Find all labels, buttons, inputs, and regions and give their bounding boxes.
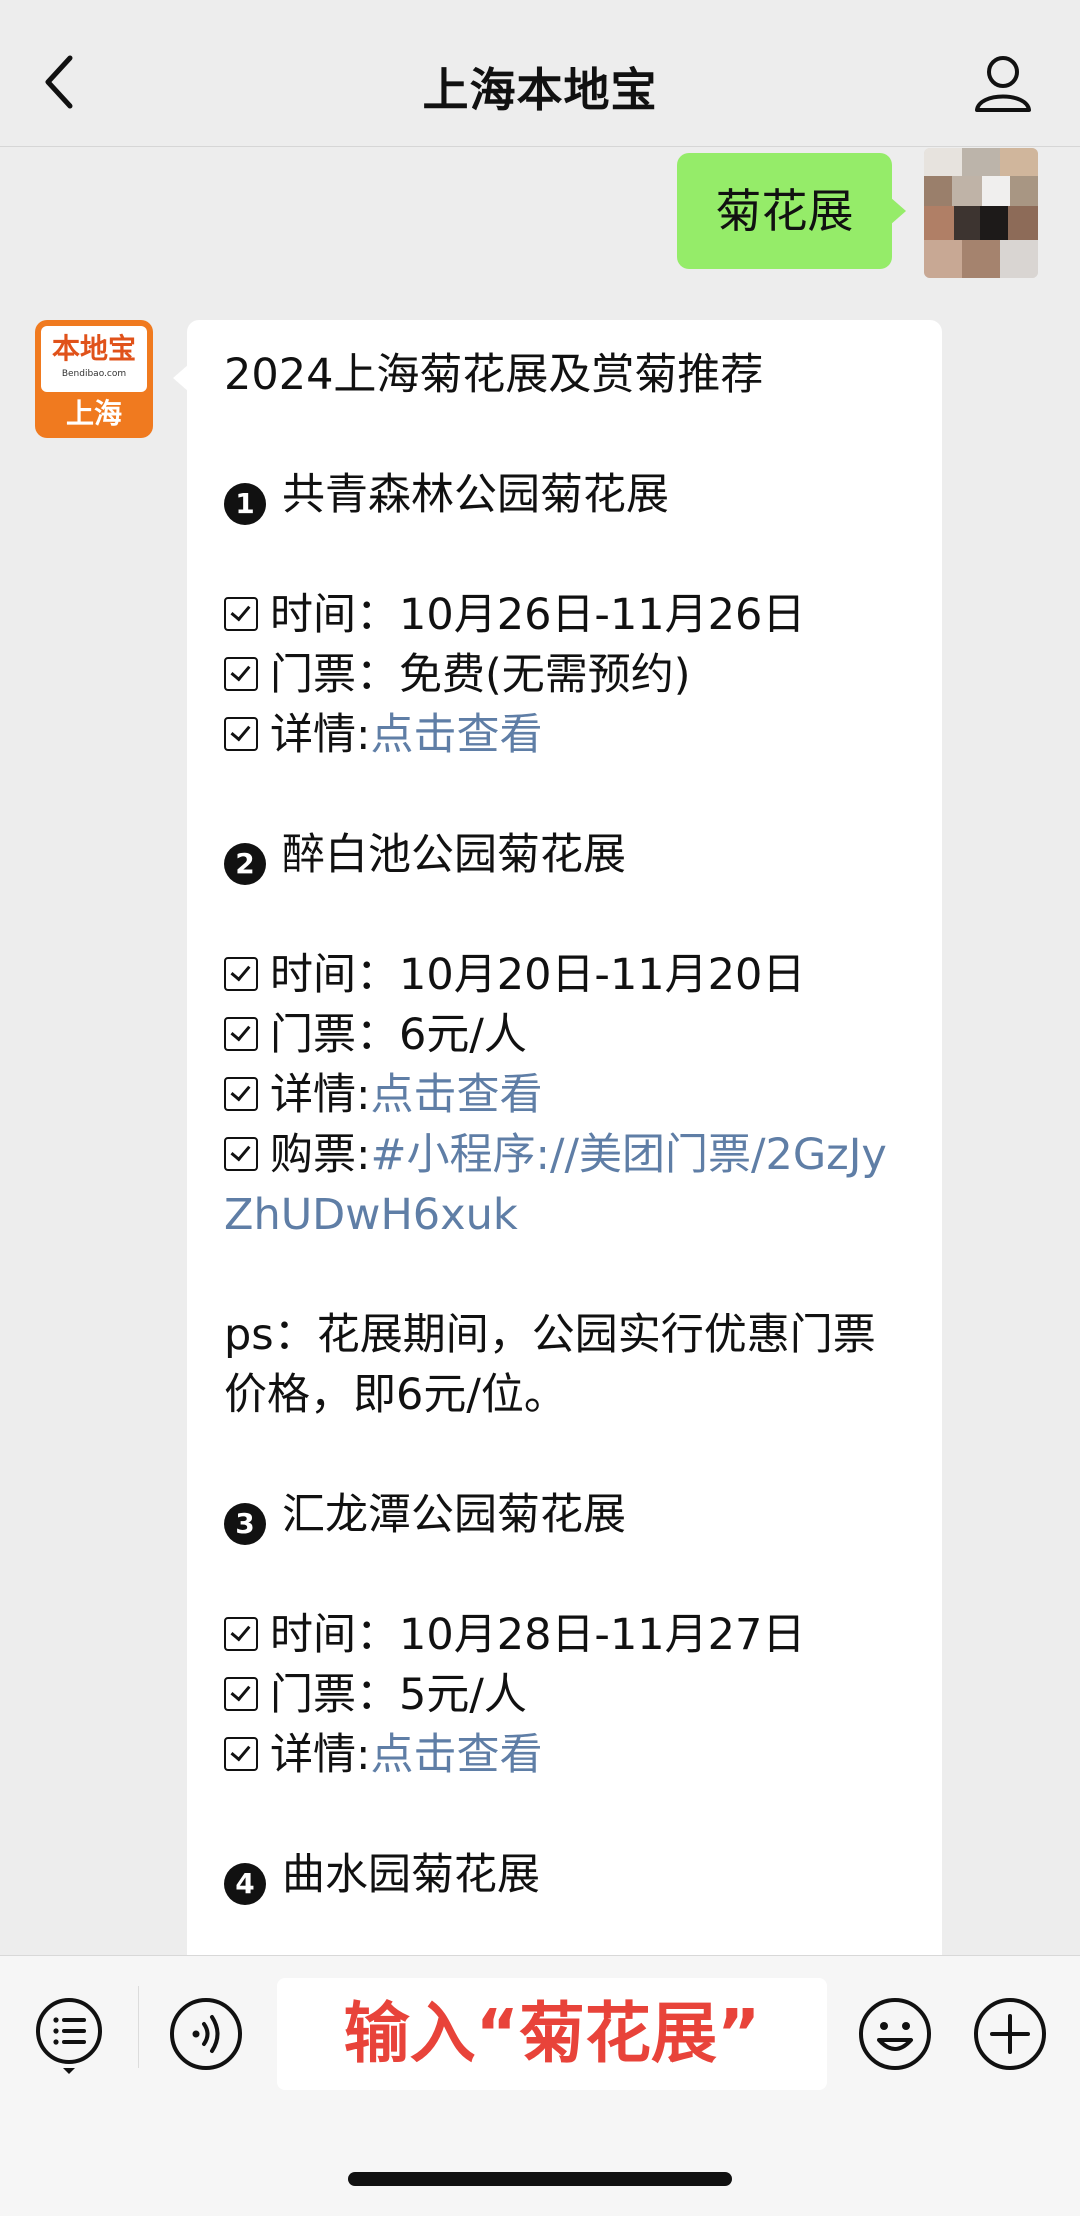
checkbox-icon [224,717,258,751]
user-message-text: 菊花展 [715,184,854,238]
message-content: 2024上海菊花展及赏菊推荐 1 共青森林公园菊花展 时间：10月26日-11月2… [224,345,914,1905]
checkbox-icon [224,1137,258,1171]
time-text: 时间：10月26日-11月26日 [270,590,806,640]
bot-message-bubble: 2024上海菊花展及赏菊推荐 1 共青森林公园菊花展 时间：10月26日-11月2… [173,320,942,1970]
plus-icon[interactable] [972,1996,1048,2072]
time-row: 时间：10月26日-11月26日 [224,585,914,645]
section-number-badge: 1 [224,483,266,525]
detail-row: 详情:点击查看 [224,705,914,765]
checkbox-icon [224,1617,258,1651]
time-row: 时间：10月20日-11月20日 [224,945,914,1005]
detail-link[interactable]: 点击查看 [371,710,543,760]
ticket-row: 门票：5元/人 [224,1665,914,1725]
checkbox-icon [224,1737,258,1771]
ps-note: ps：花展期间，公园实行优惠门票价格，即6元/位。 [224,1310,876,1420]
input-text: 输入“菊花展” [343,1995,761,2072]
section-name: 汇龙潭公园菊花展 [282,1490,626,1540]
purchase-label: 购票: [270,1130,371,1180]
checkbox-icon [224,957,258,991]
ticket-text: 门票：免费(无需预约) [270,650,691,700]
detail-link[interactable]: 点击查看 [371,1070,543,1120]
avatar-brand-text: 本地宝 [51,332,136,365]
avatar-city-text: 上海 [65,397,122,430]
home-indicator[interactable] [348,2172,732,2186]
time-text: 时间：10月20日-11月20日 [270,950,806,1000]
user-message-bubble[interactable]: 菊花展 [677,153,906,269]
ticket-row: 门票：免费(无需预约) [224,645,914,705]
checkbox-icon [224,1677,258,1711]
pixelated-avatar-image [924,148,1038,278]
voice-icon[interactable] [168,1996,244,2072]
profile-icon[interactable] [972,52,1034,114]
time-text: 时间：10月28日-11月27日 [270,1610,806,1660]
detail-row: 详情:点击查看 [224,1725,914,1785]
section-number-badge: 4 [224,1863,266,1905]
ticket-text: 门票：5元/人 [270,1670,527,1720]
avatar-logo-panel: 本地宝 Bendibao.com [41,326,147,392]
avatar-domain-text: Bendibao.com [61,369,127,379]
section-name: 醉白池公园菊花展 [282,830,626,880]
detail-link[interactable]: 点击查看 [371,1730,543,1780]
ticket-text: 门票：6元/人 [270,1010,527,1060]
chat-title: 上海本地宝 [422,63,658,117]
detail-label: 详情: [270,1730,371,1780]
message-input[interactable]: 输入“菊花展” [277,1978,827,2090]
detail-label: 详情: [270,710,371,760]
menu-list-icon[interactable] [34,1996,104,2076]
section-name: 曲水园菊花展 [282,1850,540,1900]
divider [138,1986,139,2068]
section-number-badge: 2 [224,843,266,885]
message-title: 2024上海菊花展及赏菊推荐 [224,350,764,400]
section-name: 共青森林公园菊花展 [282,470,669,520]
ticket-row: 门票：6元/人 [224,1005,914,1065]
chat-header: 上海本地宝 [0,0,1080,147]
emoji-icon[interactable] [857,1996,933,2072]
section-heading: 2 醉白池公园菊花展 [224,825,914,885]
section-heading: 4 曲水园菊花展 [224,1845,914,1905]
checkbox-icon [224,597,258,631]
section-heading: 3 汇龙潭公园菊花展 [224,1485,914,1545]
detail-row: 详情:点击查看 [224,1065,914,1125]
section-heading: 1 共青森林公园菊花展 [224,465,914,525]
checkbox-icon [224,1077,258,1111]
purchase-row: 购票:#小程序://美团门票/2GzJyZhUDwH6xuk [224,1125,914,1245]
checkbox-icon [224,657,258,691]
checkbox-icon [224,1017,258,1051]
time-row: 时间：10月28日-11月27日 [224,1605,914,1665]
official-account-avatar[interactable]: 本地宝 Bendibao.com 上海 [35,320,153,438]
user-avatar[interactable] [924,148,1038,278]
section-number-badge: 3 [224,1503,266,1545]
detail-label: 详情: [270,1070,371,1120]
